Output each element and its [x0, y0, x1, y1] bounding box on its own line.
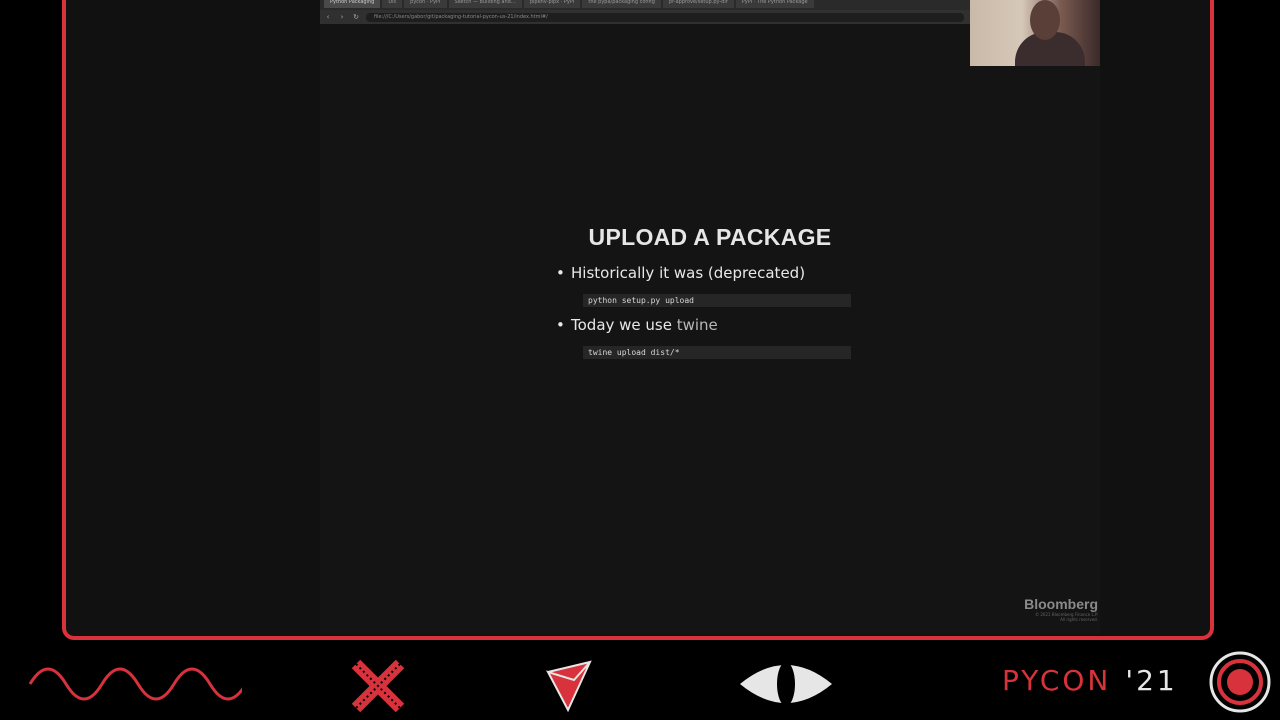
forward-icon[interactable]: ›: [338, 13, 346, 21]
bullet-text: Today we use: [571, 316, 677, 334]
conference-frame: Python Packaging Dis pycon · PyPI Sketch…: [62, 0, 1214, 640]
triangle-icon: [545, 660, 592, 713]
pycon-year: '21: [1125, 664, 1178, 697]
speaker-webcam: [970, 0, 1100, 66]
speaker-head: [1030, 0, 1060, 40]
eye-icon: [740, 662, 832, 706]
bullet-highlight: twine: [676, 316, 718, 334]
browser-tab[interactable]: pr-approve/setup.py-dir: [662, 0, 734, 8]
slide-title: UPLOAD A PACKAGE: [588, 224, 832, 250]
bullet-dot-icon: •: [556, 316, 565, 334]
target-icon: [1209, 651, 1271, 713]
browser-tabbar: Python Packaging Dis pycon · PyPI Sketch…: [320, 0, 970, 10]
shared-screen: Python Packaging Dis pycon · PyPI Sketch…: [320, 0, 1100, 634]
browser-tab[interactable]: the pypa/packaging config: [582, 0, 661, 8]
wave-icon: [28, 667, 242, 701]
frame-inner: Python Packaging Dis pycon · PyPI Sketch…: [70, 0, 1206, 634]
bullet-text: Historically it was (deprecated): [571, 264, 806, 282]
code-block: twine upload dist/*: [583, 346, 851, 359]
bullet-dot-icon: •: [556, 264, 565, 282]
bullet-item: • Historically it was (deprecated): [556, 264, 805, 282]
bloomberg-logo: Bloomberg: [1024, 596, 1098, 612]
url-field[interactable]: file:///C:/Users/gabor/git/packaging-tut…: [366, 12, 964, 22]
browser-tab[interactable]: Sketch — Building and…: [448, 0, 522, 8]
pycon-brand: PYCON '21: [1002, 664, 1178, 697]
x-icon: [351, 659, 405, 713]
browser-tab[interactable]: pipenv-pipx · PyPI: [523, 0, 581, 8]
browser-tab[interactable]: pycon · PyPI: [404, 0, 447, 8]
browser-addressbar: ‹ › ↻ file:///C:/Users/gabor/git/packagi…: [320, 10, 970, 24]
back-icon[interactable]: ‹: [324, 13, 332, 21]
footer-bar: PYCON '21: [0, 648, 1280, 720]
sponsor-fine-print: All rights reserved.: [1060, 617, 1098, 622]
browser-tab[interactable]: Dis: [382, 0, 403, 8]
pycon-wordmark: PYCON: [1002, 664, 1112, 697]
code-block: python setup.py upload: [583, 294, 851, 307]
browser-tab[interactable]: Python Packaging: [324, 0, 381, 8]
sponsor-block: Bloomberg © 2021 Bloomberg Finance L.P. …: [1024, 596, 1098, 622]
browser-tab[interactable]: PyPI · The Python Package: [735, 0, 814, 8]
reload-icon[interactable]: ↻: [352, 13, 360, 21]
bullet-item: • Today we use twine: [556, 316, 718, 334]
